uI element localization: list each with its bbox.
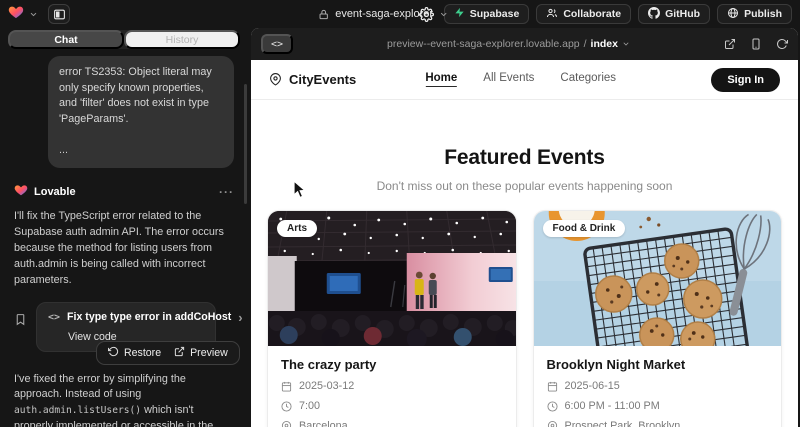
preview-button[interactable]: Preview — [174, 346, 228, 360]
lovable-heart-icon — [14, 183, 28, 200]
site-nav: Home All Events Categories — [425, 72, 616, 87]
restore-icon — [108, 346, 119, 360]
event-time-row: 7:00 — [281, 400, 503, 412]
event-date-row: 2025-03-12 — [281, 380, 503, 392]
assistant-intro-text: I'll fix the TypeScript error related to… — [14, 209, 234, 288]
hero-section: Featured Events Don't miss out on these … — [251, 100, 798, 193]
code-fix-title: Fix type type error in addCoHost — [67, 311, 231, 323]
category-badge: Arts — [277, 220, 317, 237]
topbar-right: Supabase Collaborate GitHub Publish — [416, 4, 792, 24]
calendar-icon — [281, 381, 292, 392]
event-location-row: Prospect Park, Brooklyn — [547, 420, 769, 427]
event-card[interactable]: Food & Drink Brooklyn Night Market 2025-… — [533, 210, 783, 427]
bookmark-icon[interactable] — [14, 313, 27, 352]
publish-button[interactable]: Publish — [717, 4, 792, 24]
chat-history-tabs: Chat History — [8, 30, 240, 49]
refresh-icon[interactable] — [776, 38, 788, 50]
user-message-ellipsis: ... — [59, 143, 223, 159]
site-brand[interactable]: CityEvents — [269, 72, 356, 87]
open-in-new-tab-icon[interactable] — [724, 38, 736, 50]
chevron-down-icon — [622, 40, 630, 48]
event-title: The crazy party — [281, 357, 503, 372]
user-message-text: error TS2353: Object literal may only sp… — [59, 65, 223, 128]
code-fix-block: <> Fix type type error in addCoHost › Vi… — [14, 302, 234, 352]
tab-history[interactable]: History — [124, 30, 240, 49]
clock-icon — [281, 401, 292, 412]
tab-chat[interactable]: Chat — [8, 30, 124, 49]
preview-panel: <> preview--event-saga-explorer.lovable.… — [251, 28, 798, 427]
event-image-wrap: Arts — [268, 211, 516, 346]
nav-all-events[interactable]: All Events — [483, 72, 534, 87]
site-header: CityEvents Home All Events Categories Si… — [251, 60, 798, 100]
code-icon: <> — [48, 312, 60, 323]
event-time-row: 6:00 PM - 11:00 PM — [547, 400, 769, 412]
category-badge: Food & Drink — [543, 220, 626, 237]
lock-icon — [318, 9, 329, 20]
supabase-button[interactable]: Supabase — [444, 4, 530, 24]
chevron-down-icon — [439, 10, 448, 19]
supabase-bolt-icon — [454, 7, 465, 21]
message-menu-button[interactable]: ··· — [219, 185, 234, 199]
clock-icon — [547, 401, 558, 412]
restore-button[interactable]: Restore — [108, 346, 161, 360]
preview-url-bar[interactable]: preview--event-saga-explorer.lovable.app… — [293, 38, 724, 50]
event-card-body: The crazy party 2025-03-12 7:00 — [268, 346, 516, 427]
event-card-body: Brooklyn Night Market 2025-06-15 6:00 PM… — [534, 346, 782, 427]
nav-home[interactable]: Home — [425, 72, 457, 87]
lovable-app: event-saga-explorer Supabase Collaborate… — [0, 0, 800, 427]
assistant-header: Lovable ··· — [14, 183, 234, 200]
chat-sidebar: Chat History error TS2353: Object litera… — [0, 28, 248, 427]
code-view-toggle[interactable]: <> — [261, 34, 293, 54]
event-image-wrap: Food & Drink — [534, 211, 782, 346]
chevron-down-icon[interactable] — [29, 10, 38, 19]
project-switcher[interactable]: event-saga-explorer — [318, 0, 448, 28]
hero-subtitle: Don't miss out on these popular events h… — [251, 179, 798, 193]
github-button[interactable]: GitHub — [638, 4, 710, 24]
project-name: event-saga-explorer — [335, 8, 433, 20]
assistant-outro-text: I've fixed the error by simplifying the … — [14, 372, 234, 427]
event-title: Brooklyn Night Market — [547, 357, 769, 372]
event-date-row: 2025-06-15 — [547, 380, 769, 392]
inline-code: auth.admin.listUsers() — [14, 405, 141, 416]
preview-url: preview--event-saga-explorer.lovable.app — [387, 38, 580, 50]
map-pin-icon — [281, 421, 292, 427]
topbar: event-saga-explorer Supabase Collaborate… — [0, 0, 800, 28]
preview-page: index — [591, 38, 618, 50]
topbar-left — [8, 4, 70, 25]
sidebar-toggle-button[interactable] — [48, 4, 70, 24]
calendar-icon — [547, 381, 558, 392]
hero-title: Featured Events — [251, 146, 798, 170]
main-area: Chat History error TS2353: Object litera… — [0, 28, 800, 427]
preview-toolbar: <> preview--event-saga-explorer.lovable.… — [251, 28, 798, 60]
event-card[interactable]: Arts The crazy party 2025-03-12 7:00 — [267, 210, 517, 427]
mobile-view-icon[interactable] — [750, 38, 762, 50]
code-fix-title-row: <> Fix type type error in addCoHost › — [48, 311, 204, 324]
chevron-right-icon: › — [238, 311, 242, 324]
message-hover-toolbar: Restore Preview — [96, 341, 240, 365]
people-icon — [546, 7, 558, 22]
globe-icon — [727, 7, 739, 22]
map-pin-icon — [269, 73, 282, 86]
github-icon — [648, 7, 660, 22]
site-viewport: CityEvents Home All Events Categories Si… — [251, 60, 798, 427]
user-message-bubble: error TS2353: Object literal may only sp… — [48, 56, 234, 168]
scrollbar-thumb[interactable] — [244, 84, 247, 204]
map-pin-icon — [547, 421, 558, 427]
sign-in-button[interactable]: Sign In — [711, 68, 780, 92]
event-location-row: Barcelona — [281, 420, 503, 427]
preview-tools — [724, 38, 788, 50]
assistant-name: Lovable — [34, 186, 76, 198]
featured-events-grid: Arts The crazy party 2025-03-12 7:00 — [251, 210, 798, 427]
lovable-logo-icon[interactable] — [8, 4, 24, 25]
nav-categories[interactable]: Categories — [560, 72, 616, 87]
chat-scroll-area[interactable]: error TS2353: Object literal may only sp… — [0, 56, 248, 427]
collaborate-button[interactable]: Collaborate — [536, 4, 631, 24]
external-link-icon — [174, 346, 185, 360]
